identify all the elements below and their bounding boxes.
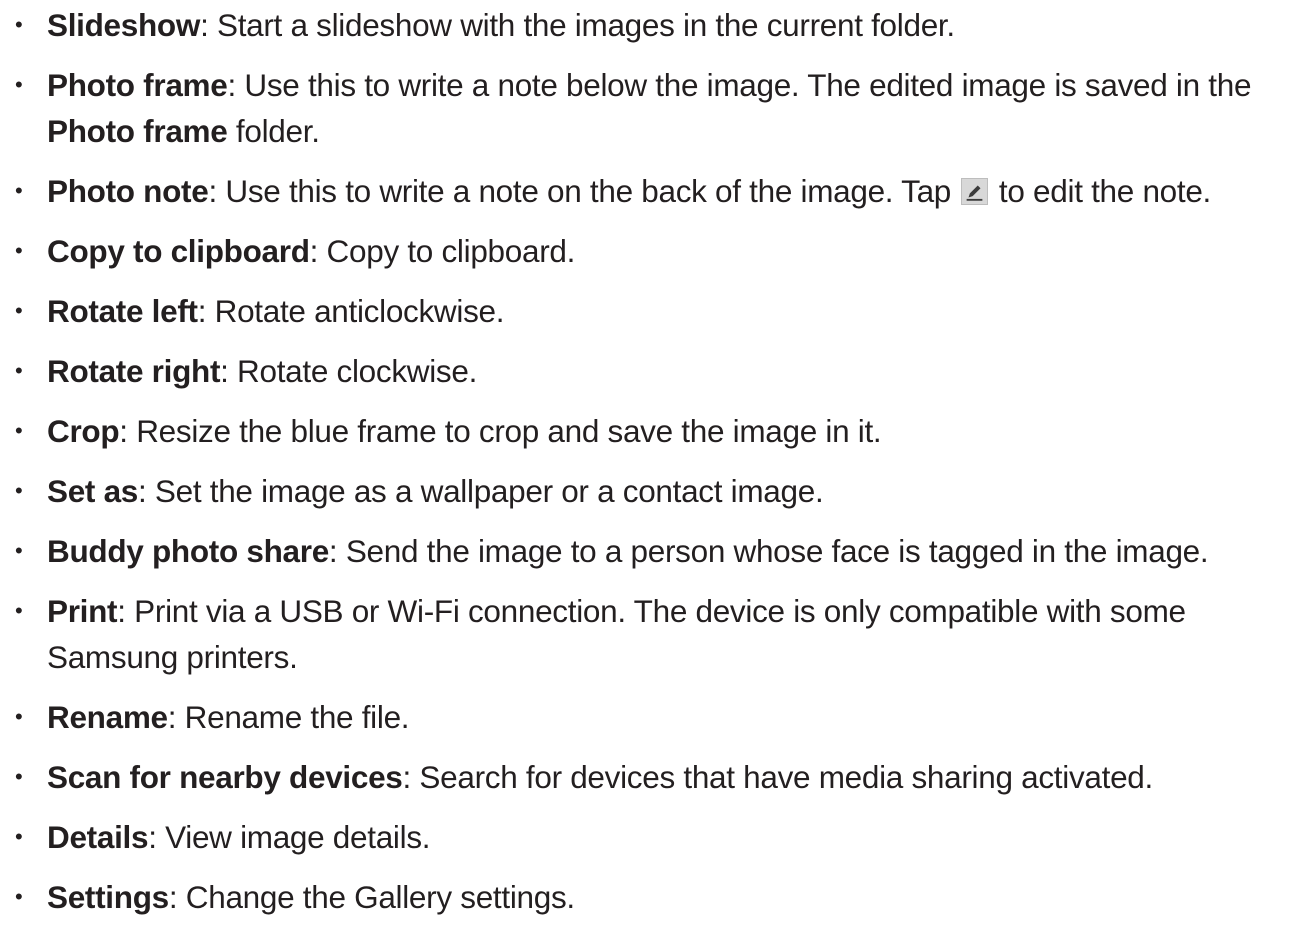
item-term: Slideshow [47, 7, 201, 43]
item-text: : Start a slideshow with the images in t… [200, 7, 955, 43]
bullet: • [15, 418, 23, 443]
bullet: • [15, 538, 23, 563]
item-term: Details [47, 819, 149, 855]
list-item-slideshow: • Slideshow: Start a slideshow with the … [0, 2, 1314, 48]
item-term: Print [47, 593, 118, 629]
list-item-rotate-left: • Rotate left: Rotate anticlockwise. [0, 288, 1314, 334]
item-text: : Rename the file. [167, 699, 410, 735]
item-text: : Search for devices that have media sha… [402, 759, 1154, 795]
list-item-settings: • Settings: Change the Gallery settings. [0, 874, 1314, 920]
list-item-buddy-photo-share: • Buddy photo share: Send the image to a… [0, 528, 1314, 574]
bullet: • [15, 478, 23, 503]
item-term: Crop [47, 413, 120, 449]
item-term: Rotate right [47, 353, 221, 389]
item-text: : View image details. [148, 819, 431, 855]
bullet: • [15, 12, 23, 37]
item-term: Buddy photo share [47, 533, 329, 569]
list-item-set-as: • Set as: Set the image as a wallpaper o… [0, 468, 1314, 514]
item-term-secondary: Photo frame [47, 113, 228, 149]
item-text: : Resize the blue frame to crop and save… [119, 413, 882, 449]
item-text: : Send the image to a person whose face … [328, 533, 1209, 569]
bullet: • [15, 824, 23, 849]
item-text-secondary: to edit the note. [990, 173, 1211, 209]
bullet: • [15, 298, 23, 323]
list-item-photo-frame: • Photo frame: Use this to write a note … [0, 62, 1314, 154]
bullet: • [15, 884, 23, 909]
list-item-details: • Details: View image details. [0, 814, 1314, 860]
list-item-copy-to-clipboard: • Copy to clipboard: Copy to clipboard. [0, 228, 1314, 274]
bullet: • [15, 764, 23, 789]
item-text-secondary: folder. [227, 113, 320, 149]
item-term: Photo frame [47, 67, 228, 103]
item-term: Scan for nearby devices [47, 759, 403, 795]
list-item-crop: • Crop: Resize the blue frame to crop an… [0, 408, 1314, 454]
bullet: • [15, 72, 23, 97]
bullet: • [15, 178, 23, 203]
item-term: Rename [47, 699, 168, 735]
item-text: : Rotate clockwise. [220, 353, 478, 389]
bullet: • [15, 598, 23, 623]
item-text: : Copy to clipboard. [309, 233, 576, 269]
item-term: Set as [47, 473, 139, 509]
list-item-photo-note: • Photo note: Use this to write a note o… [0, 168, 1314, 214]
item-text: : Rotate anticlockwise. [197, 293, 505, 329]
item-term: Copy to clipboard [47, 233, 310, 269]
pencil-edit-icon [961, 178, 989, 205]
options-list: • Slideshow: Start a slideshow with the … [0, 2, 1314, 934]
list-item-print: • Print: Print via a USB or Wi-Fi connec… [0, 588, 1314, 680]
item-text: : Set the image as a wallpaper or a cont… [138, 473, 824, 509]
item-text: : Print via a USB or Wi-Fi connection. T… [47, 593, 1186, 675]
bullet: • [15, 358, 23, 383]
list-item-rotate-right: • Rotate right: Rotate clockwise. [0, 348, 1314, 394]
item-term: Rotate left [47, 293, 198, 329]
item-text: : Use this to write a note on the back o… [208, 173, 960, 209]
bullet: • [15, 238, 23, 263]
item-term: Photo note [47, 173, 209, 209]
list-item-scan-for-nearby-devices: • Scan for nearby devices: Search for de… [0, 754, 1314, 800]
item-text: : Use this to write a note below the ima… [227, 67, 1252, 103]
bullet: • [15, 704, 23, 729]
list-item-rename: • Rename: Rename the file. [0, 694, 1314, 740]
